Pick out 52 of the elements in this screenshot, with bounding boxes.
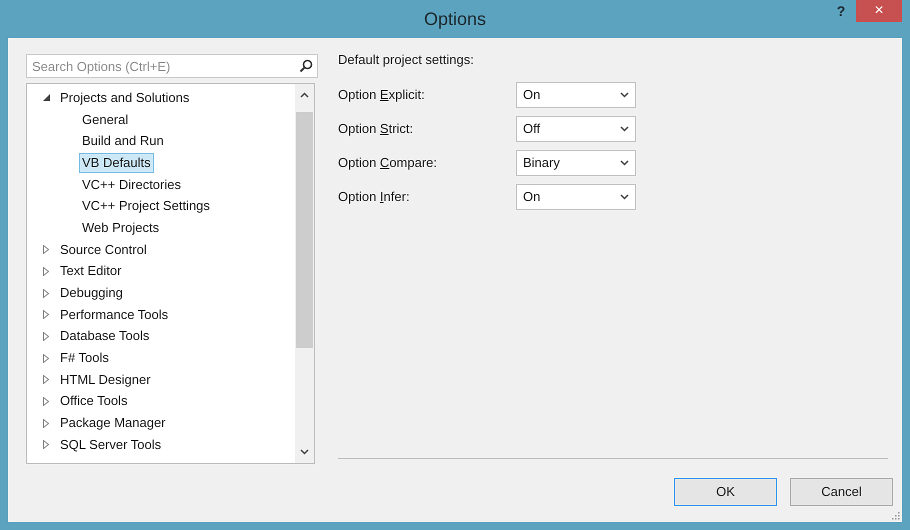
collapsed-triangle-icon[interactable]: [43, 354, 49, 363]
scroll-up-icon[interactable]: [300, 92, 309, 98]
collapsed-triangle-icon[interactable]: [43, 288, 49, 298]
tree-item[interactable]: Debugging: [57, 283, 126, 304]
setting-label: Option Strict:: [338, 120, 414, 136]
tree-item[interactable]: Package Manager: [57, 413, 169, 434]
chevron-down-icon: [620, 126, 629, 132]
tree-item[interactable]: Office Tools: [57, 391, 130, 412]
tree-item[interactable]: HTML Designer: [57, 370, 154, 390]
setting-dropdown[interactable]: Off: [516, 116, 636, 142]
dialog-button[interactable]: OK: [674, 478, 777, 506]
window-title: Options: [424, 8, 486, 31]
collapsed-triangle-icon[interactable]: [43, 440, 49, 450]
help-button[interactable]: ?: [826, 0, 856, 22]
tree-item[interactable]: Web Projects: [79, 218, 162, 238]
tree-item[interactable]: Projects and Solutions: [57, 88, 192, 108]
search-field[interactable]: Search Options (Ctrl+E): [26, 54, 318, 78]
tree-item[interactable]: VB Defaults: [79, 152, 154, 173]
scroll-down-icon[interactable]: [300, 449, 309, 455]
collapsed-triangle-icon[interactable]: [43, 310, 49, 320]
tree-item[interactable]: General: [79, 110, 132, 130]
tree-item[interactable]: SQL Server Tools: [57, 434, 164, 455]
expanded-triangle-icon[interactable]: [42, 94, 50, 102]
tree-item[interactable]: VC++ Project Settings: [79, 196, 213, 216]
tree-item[interactable]: Source Control: [57, 240, 150, 260]
tree-item[interactable]: Database Tools: [57, 326, 152, 346]
collapsed-triangle-icon[interactable]: [43, 396, 49, 406]
setting-label: Option Compare:: [338, 154, 438, 170]
tree-item[interactable]: Performance Tools: [57, 304, 172, 325]
tree-item[interactable]: VC++ Directories: [79, 174, 184, 195]
resize-grip-icon[interactable]: [891, 511, 900, 520]
close-button[interactable]: ×: [856, 0, 902, 22]
setting-dropdown[interactable]: Binary: [516, 150, 636, 176]
section-title: Default project settings:: [338, 51, 474, 69]
collapsed-triangle-icon[interactable]: [43, 332, 49, 341]
collapsed-triangle-icon[interactable]: [43, 418, 49, 428]
chevron-down-icon: [620, 194, 629, 200]
chevron-down-icon: [620, 160, 629, 166]
collapsed-triangle-icon[interactable]: [43, 266, 49, 276]
tree-item[interactable]: F# Tools: [57, 348, 112, 368]
collapsed-triangle-icon[interactable]: [43, 375, 49, 384]
setting-label: Option Explicit:: [338, 86, 425, 102]
tree-item[interactable]: Build and Run: [79, 131, 167, 152]
chevron-down-icon: [620, 92, 629, 98]
dialog-button[interactable]: Cancel: [790, 478, 893, 506]
collapsed-triangle-icon[interactable]: [43, 245, 49, 254]
setting-label: Option Infer:: [338, 188, 410, 204]
setting-dropdown[interactable]: On: [516, 184, 636, 210]
tree-item[interactable]: Text Editor: [57, 261, 124, 282]
setting-dropdown[interactable]: On: [516, 82, 636, 108]
scrollbar-thumb[interactable]: [296, 112, 313, 348]
search-icon: [299, 59, 313, 73]
